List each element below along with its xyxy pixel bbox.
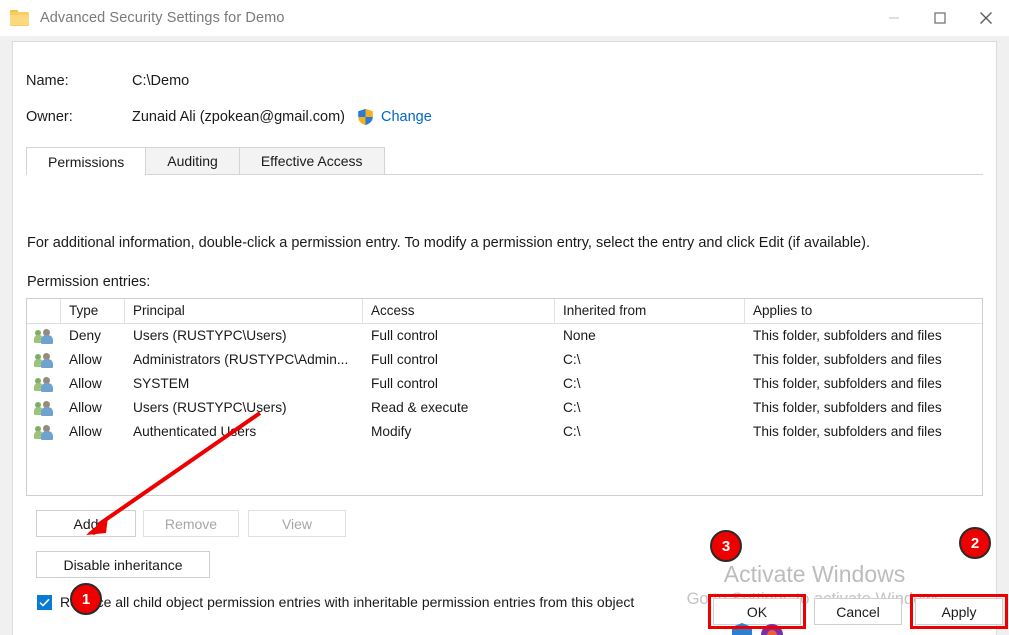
ok-button[interactable]: OK [713, 598, 801, 625]
view-button[interactable]: View [248, 510, 346, 537]
dialog-body: Name: C:\Demo Owner: Zunaid Ali (zpokean… [12, 41, 997, 635]
maximize-icon[interactable] [917, 0, 963, 36]
table-row[interactable]: Allow Authenticated Users Modify C:\ Thi… [27, 420, 982, 444]
window-controls [871, 0, 1009, 36]
checkbox-checked-icon[interactable] [37, 594, 52, 610]
object-info: Name: C:\Demo Owner: Zunaid Ali (zpokean… [26, 70, 966, 142]
cell-principal: Users (RUSTYPC\Users) [133, 328, 287, 343]
column-header-access[interactable]: Access [363, 299, 555, 323]
cell-applies-to: This folder, subfolders and files [753, 400, 942, 415]
tab-effective-access[interactable]: Effective Access [238, 147, 385, 174]
cell-type: Allow [69, 376, 102, 391]
tabstrip: Permissions Auditing Effective Access [26, 146, 983, 175]
cell-type: Deny [69, 328, 101, 343]
cell-type: Allow [69, 352, 102, 367]
column-header-type[interactable]: Type [61, 299, 125, 323]
cell-access: Read & execute [371, 400, 469, 415]
group-icon [27, 396, 61, 420]
tab-permissions[interactable]: Permissions [26, 147, 147, 175]
annotation-step-2: 2 [959, 527, 991, 559]
cell-inherited-from: C:\ [563, 376, 581, 391]
owner-row: Owner: Zunaid Ali (zpokean@gmail.com) Ch… [26, 106, 966, 128]
column-header-applies-to[interactable]: Applies to [745, 299, 982, 323]
remove-button[interactable]: Remove [143, 510, 239, 537]
disable-inheritance-button[interactable]: Disable inheritance [36, 551, 210, 578]
group-icon [27, 324, 61, 348]
tab-auditing[interactable]: Auditing [145, 147, 240, 174]
name-row: Name: C:\Demo [26, 70, 966, 92]
cell-applies-to: This folder, subfolders and files [753, 352, 942, 367]
add-button[interactable]: Add [36, 510, 136, 537]
cell-applies-to: This folder, subfolders and files [753, 376, 942, 391]
cell-type: Allow [69, 400, 102, 415]
folder-icon [10, 9, 30, 27]
close-icon[interactable] [963, 0, 1009, 36]
owner-value: Zunaid Ali (zpokean@gmail.com) [132, 109, 345, 125]
cell-principal: Administrators (RUSTYPC\Admin... [133, 352, 349, 367]
cell-type: Allow [69, 424, 102, 439]
annotation-step-3: 3 [710, 530, 742, 562]
cancel-button[interactable]: Cancel [814, 598, 902, 625]
cell-inherited-from: None [563, 328, 596, 343]
help-text: For additional information, double-click… [27, 235, 870, 251]
cell-principal: SYSTEM [133, 376, 190, 391]
group-icon [27, 348, 61, 372]
column-header-principal[interactable]: Principal [125, 299, 363, 323]
cell-principal: Authenticated Users [133, 424, 257, 439]
cell-access: Full control [371, 352, 438, 367]
name-value: C:\Demo [132, 73, 190, 89]
cell-principal: Users (RUSTYPC\Users) [133, 400, 287, 415]
name-label: Name: [26, 73, 69, 89]
cell-access: Full control [371, 328, 438, 343]
table-row[interactable]: Allow Administrators (RUSTYPC\Admin... F… [27, 348, 982, 372]
table-row[interactable]: Deny Users (RUSTYPC\Users) Full control … [27, 324, 982, 348]
cell-inherited-from: C:\ [563, 424, 581, 439]
checkbox-label: Replace all child object permission entr… [60, 594, 635, 610]
change-owner-link[interactable]: Change [381, 109, 432, 125]
advanced-security-settings-window: Advanced Security Settings for Demo Name… [0, 0, 1009, 635]
column-header-icon[interactable] [27, 299, 61, 323]
owner-label: Owner: [26, 109, 73, 125]
annotation-step-1: 1 [70, 583, 102, 615]
table-row[interactable]: Allow SYSTEM Full control C:\ This folde… [27, 372, 982, 396]
cell-inherited-from: C:\ [563, 400, 581, 415]
permission-entries-table[interactable]: Type Principal Access Inherited from App… [26, 298, 983, 496]
cell-access: Modify [371, 424, 412, 439]
cell-applies-to: This folder, subfolders and files [753, 328, 942, 343]
cell-inherited-from: C:\ [563, 352, 581, 367]
group-icon [27, 420, 61, 444]
window-title: Advanced Security Settings for Demo [40, 10, 285, 26]
group-icon [27, 372, 61, 396]
apply-button[interactable]: Apply [915, 598, 1003, 625]
table-row[interactable]: Allow Users (RUSTYPC\Users) Read & execu… [27, 396, 982, 420]
column-header-inherited-from[interactable]: Inherited from [555, 299, 745, 323]
uac-shield-icon [357, 108, 374, 126]
window-titlebar: Advanced Security Settings for Demo [0, 0, 1009, 36]
table-header-row: Type Principal Access Inherited from App… [27, 299, 982, 324]
cell-applies-to: This folder, subfolders and files [753, 424, 942, 439]
replace-child-permissions-checkbox[interactable]: Replace all child object permission entr… [37, 594, 634, 610]
minimize-icon[interactable] [871, 0, 917, 36]
permission-entries-label: Permission entries: [27, 274, 151, 290]
cell-access: Full control [371, 376, 438, 391]
